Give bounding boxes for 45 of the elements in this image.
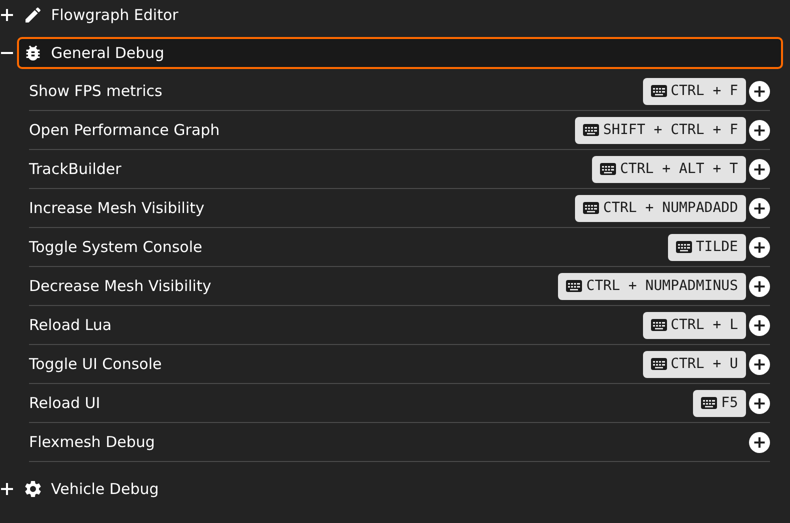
action-label: Increase Mesh Visibility bbox=[29, 198, 204, 219]
keyboard-icon bbox=[650, 85, 667, 97]
pencil-icon bbox=[23, 5, 43, 25]
add-icon[interactable] bbox=[749, 236, 770, 258]
key-binding[interactable]: CTRL + F bbox=[642, 78, 746, 104]
action-label: Decrease Mesh Visibility bbox=[29, 276, 212, 297]
keyboard-icon bbox=[566, 280, 582, 292]
keyboard-icon bbox=[583, 124, 600, 136]
key-binding[interactable]: F5 bbox=[693, 390, 746, 416]
category-header[interactable]: Vehicle Debug bbox=[17, 473, 783, 505]
key-binding[interactable]: CTRL + L bbox=[642, 312, 746, 338]
action-label: Toggle UI Console bbox=[29, 354, 162, 375]
action-label: Show FPS metrics bbox=[29, 80, 162, 102]
action-label: Open Performance Graph bbox=[29, 120, 220, 141]
key-binding[interactable]: CTRL + NUMPADADD bbox=[575, 194, 746, 222]
add-icon[interactable] bbox=[749, 120, 770, 140]
key-binding[interactable]: TILDE bbox=[668, 234, 746, 260]
keyboard-icon bbox=[650, 319, 667, 331]
gear-icon bbox=[23, 479, 43, 499]
add-icon[interactable] bbox=[749, 158, 770, 180]
action-label: Reload Lua bbox=[29, 314, 112, 336]
action-label: TrackBuilder bbox=[29, 158, 122, 180]
category-header[interactable]: General Debug bbox=[17, 37, 783, 69]
add-icon[interactable] bbox=[749, 314, 770, 336]
add-icon[interactable] bbox=[749, 354, 770, 374]
keyboard-icon bbox=[676, 241, 692, 253]
expand-icon[interactable] bbox=[0, 482, 14, 496]
add-icon[interactable] bbox=[749, 276, 770, 296]
key-binding[interactable]: CTRL + ALT + T bbox=[592, 156, 746, 182]
add-icon[interactable] bbox=[749, 432, 770, 452]
add-icon[interactable] bbox=[749, 198, 770, 218]
key-binding[interactable]: CTRL + U bbox=[642, 350, 746, 378]
keyboard-icon bbox=[583, 202, 600, 214]
keyboard-icon bbox=[701, 397, 718, 409]
action-label: Toggle System Console bbox=[29, 236, 202, 258]
action-label: Flexmesh Debug bbox=[29, 432, 155, 453]
add-icon[interactable] bbox=[749, 80, 770, 102]
add-icon[interactable] bbox=[749, 392, 770, 414]
keyboard-icon bbox=[600, 163, 616, 175]
category-header[interactable]: Flowgraph Editor bbox=[17, 0, 783, 31]
key-binding[interactable]: CTRL + NUMPADMINUS bbox=[558, 272, 746, 300]
action-label: Reload UI bbox=[29, 392, 100, 414]
expand-icon[interactable] bbox=[0, 8, 14, 22]
key-binding[interactable]: SHIFT + CTRL + F bbox=[575, 116, 746, 144]
keyboard-icon bbox=[650, 358, 667, 370]
